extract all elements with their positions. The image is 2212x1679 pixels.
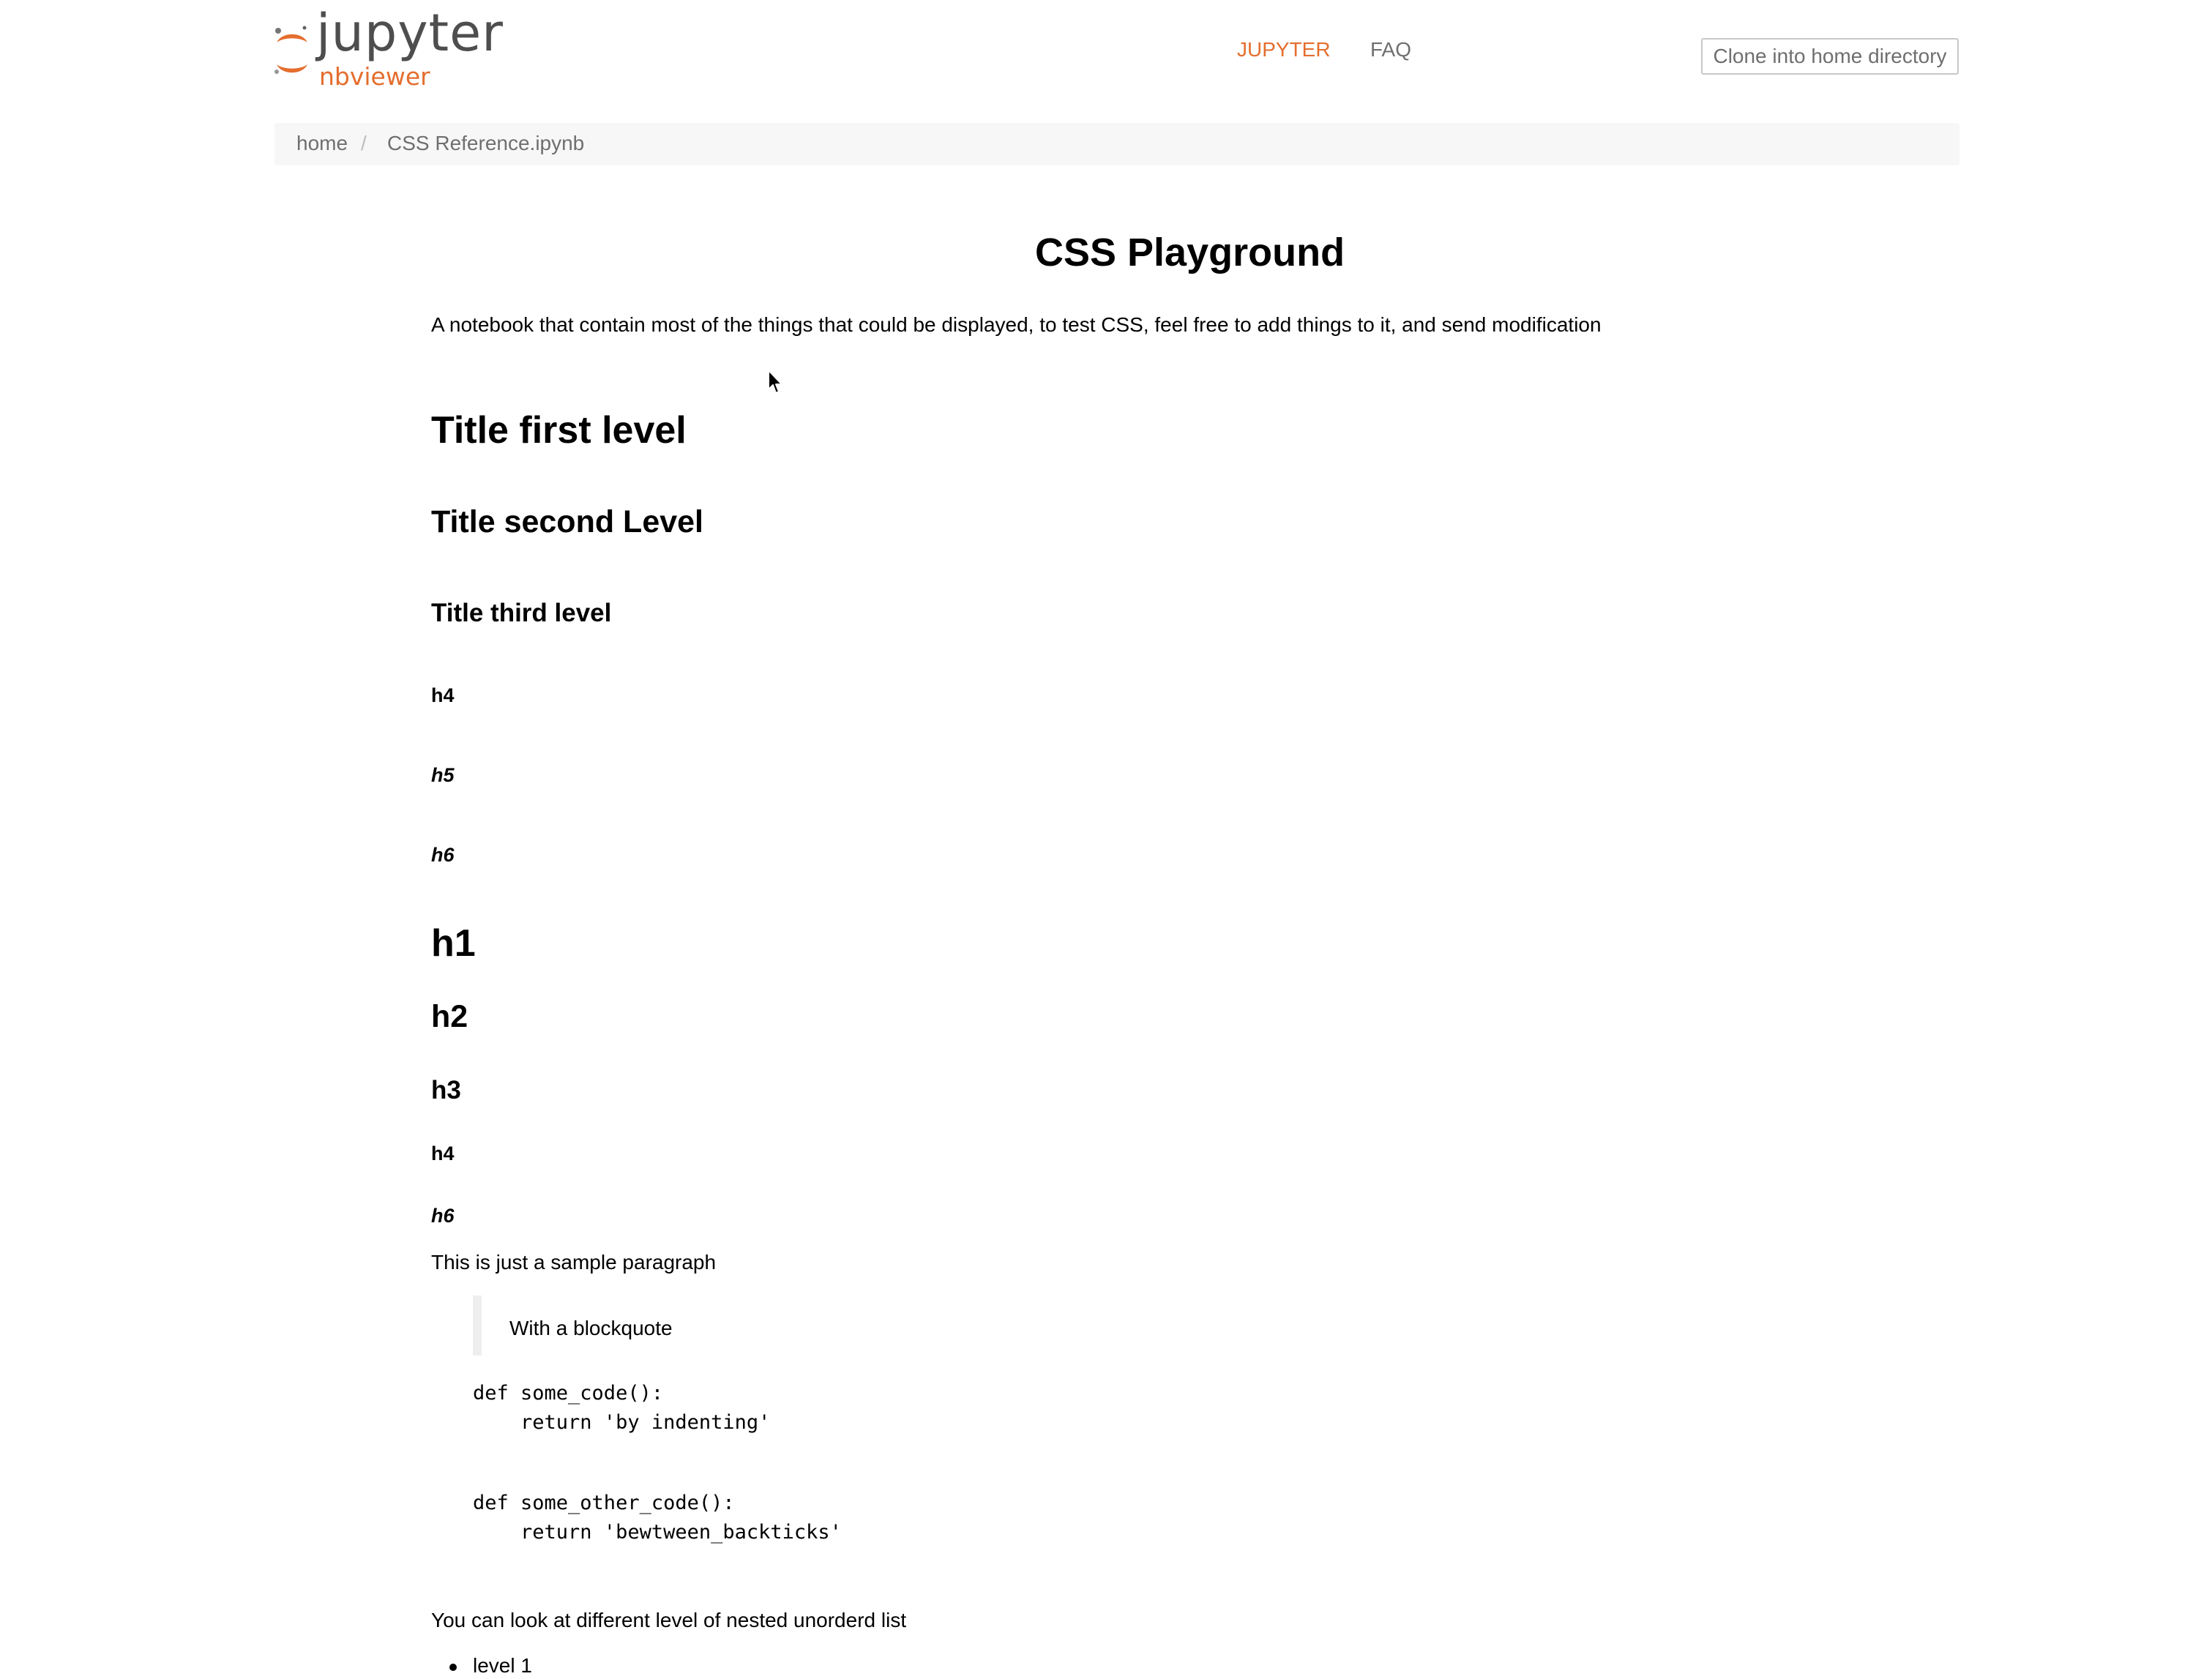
logo-subtitle: nbviewer — [319, 62, 430, 91]
heading-h3-sample: h3 — [431, 1076, 461, 1104]
breadcrumb-home-link[interactable]: home — [296, 129, 348, 157]
clone-into-home-button[interactable]: Clone into home directory — [1701, 38, 1959, 75]
blockquote-border — [473, 1295, 482, 1355]
notebook-title: CSS Playground — [1035, 231, 1345, 274]
heading-title-second-level: Title second Level — [431, 504, 704, 539]
code-block-indented: def some_code(): return 'by indenting' — [473, 1382, 771, 1434]
jupyter-nbviewer-logo[interactable]: jupyter nbviewer — [272, 7, 514, 95]
heading-h4: h4 — [431, 684, 455, 706]
mouse-pointer-icon — [768, 370, 782, 394]
list-intro-paragraph: You can look at different level of neste… — [431, 1609, 907, 1631]
jupyter-logo-icon — [274, 26, 307, 74]
heading-h2-sample: h2 — [431, 999, 468, 1034]
breadcrumb: home / CSS Reference.ipynb — [274, 123, 1959, 165]
blockquote-text: With a blockquote — [509, 1317, 673, 1339]
heading-title-third-level: Title third level — [431, 599, 612, 627]
list-item: level 1 — [448, 1656, 532, 1676]
heading-h6: h6 — [431, 844, 455, 866]
heading-title-first-level: Title first level — [431, 409, 687, 452]
heading-h6-sample: h6 — [431, 1205, 455, 1227]
nbviewer-page: jupyter nbviewer JUPYTER FAQ Clone into … — [0, 0, 2212, 1679]
code-block-backticks: def some_other_code(): return 'bewtween_… — [473, 1492, 842, 1544]
sample-paragraph: This is just a sample paragraph — [431, 1251, 717, 1274]
nav-link-jupyter[interactable]: JUPYTER — [1237, 40, 1331, 60]
breadcrumb-current-file: CSS Reference.ipynb — [387, 132, 585, 154]
heading-h1-sample: h1 — [431, 922, 476, 965]
intro-paragraph: A notebook that contain most of the thin… — [431, 313, 1602, 336]
heading-h5: h5 — [431, 764, 455, 786]
breadcrumb-separator: / — [361, 132, 367, 154]
heading-h4-sample: h4 — [431, 1143, 455, 1164]
nav-link-faq[interactable]: FAQ — [1370, 40, 1411, 60]
nested-unordered-list: level 1 — [448, 1656, 532, 1676]
logo-wordmark: jupyter — [316, 3, 504, 63]
